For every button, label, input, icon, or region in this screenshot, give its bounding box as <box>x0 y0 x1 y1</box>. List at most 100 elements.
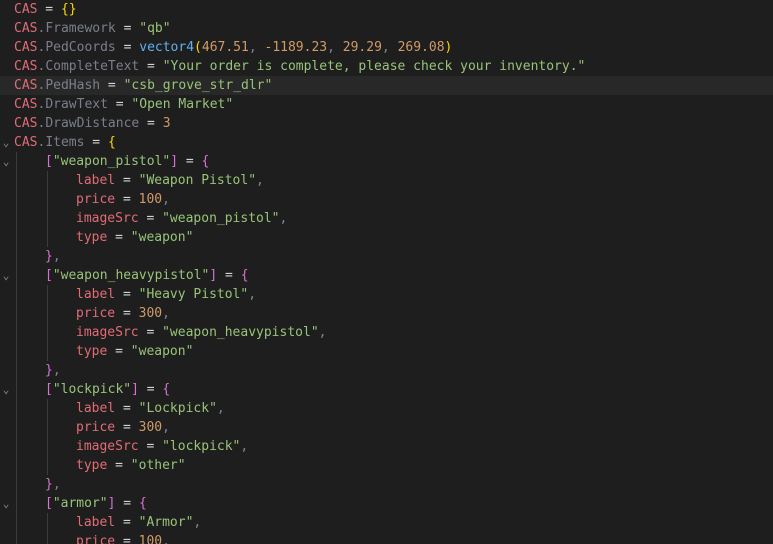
code-token: "Armor" <box>138 515 194 530</box>
code-token: "Weapon Pistol" <box>138 173 257 188</box>
code-token: label <box>76 173 116 188</box>
code-line[interactable]: CAS = {} <box>0 0 773 19</box>
code-token: , <box>279 211 288 226</box>
indent-guide <box>16 361 17 380</box>
code-token: = <box>139 59 163 74</box>
code-line[interactable]: type = "weapon" <box>0 342 773 361</box>
code-token: type <box>76 230 108 245</box>
code-token: } <box>45 249 53 264</box>
indent-guide <box>47 304 48 323</box>
code-line[interactable]: label = "Armor", <box>0 513 773 532</box>
code-line[interactable]: label = "Heavy Pistol", <box>0 285 773 304</box>
code-text: label = "Armor", <box>76 513 201 532</box>
code-token: DrawText <box>45 97 108 112</box>
code-token: = <box>115 496 139 511</box>
code-token: "weapon_pistol" <box>52 154 171 169</box>
indent-guide <box>16 494 17 513</box>
code-token: = <box>100 78 124 93</box>
code-line[interactable]: }, <box>0 475 773 494</box>
code-editor[interactable]: CAS = {} CAS.Framework = "qb" CAS.PedCoord… <box>0 0 773 544</box>
code-token: = <box>115 401 139 416</box>
code-line[interactable]: ⌄ CAS.Items = { <box>0 133 773 152</box>
fold-chevron-icon[interactable]: ⌄ <box>0 380 12 399</box>
indent-guide <box>47 342 48 361</box>
code-text: CAS = {} <box>14 0 77 19</box>
code-line[interactable]: imageSrc = "lockpick", <box>0 437 773 456</box>
code-token: "qb" <box>139 21 171 36</box>
indent-guide <box>47 437 48 456</box>
code-line[interactable]: CAS.DrawDistance = 3 <box>0 114 773 133</box>
code-text: label = "Heavy Pistol", <box>76 285 256 304</box>
code-line[interactable]: ⌄ ["armor"] = { <box>0 494 773 513</box>
code-token: , <box>162 534 170 544</box>
code-token: "weapon" <box>130 344 194 359</box>
code-text: ["weapon_heavypistol"] = { <box>45 266 249 285</box>
code-text: CAS.PedHash = "csb_grove_str_dlr" <box>14 76 272 95</box>
code-line[interactable]: price = 100, <box>0 532 773 544</box>
code-token: ] <box>170 154 179 169</box>
code-line[interactable]: imageSrc = "weapon_pistol", <box>0 209 773 228</box>
code-token: 300 <box>138 306 163 321</box>
indent-guide <box>16 285 17 304</box>
indent-guide <box>16 532 17 544</box>
code-line[interactable]: CAS.PedCoords = vector4(467.51, -1189.23… <box>0 38 773 57</box>
code-line[interactable]: price = 300, <box>0 304 773 323</box>
code-token: "weapon" <box>130 230 194 245</box>
code-token: CAS <box>14 2 38 17</box>
indent-guide <box>47 171 48 190</box>
code-token: CAS <box>14 21 38 36</box>
code-token: , <box>162 306 170 321</box>
indent-guide <box>16 513 17 532</box>
code-token: { <box>162 382 171 397</box>
code-line[interactable]: CAS.Framework = "qb" <box>0 19 773 38</box>
code-text: label = "Weapon Pistol", <box>76 171 264 190</box>
code-token: CompleteText <box>45 59 140 74</box>
fold-chevron-icon[interactable]: ⌄ <box>0 494 12 513</box>
code-token: price <box>76 306 116 321</box>
code-text: ["weapon_pistol"] = { <box>45 152 209 171</box>
code-token: = <box>115 192 139 207</box>
code-line[interactable]: CAS.CompleteText = "Your order is comple… <box>0 57 773 76</box>
code-token: 467.51 <box>201 40 249 55</box>
code-token: { <box>201 154 210 169</box>
code-token: = <box>115 534 139 544</box>
indent-guide <box>16 171 17 190</box>
code-token: "Lockpick" <box>138 401 217 416</box>
code-line[interactable]: label = "Lockpick", <box>0 399 773 418</box>
code-line[interactable]: label = "Weapon Pistol", <box>0 171 773 190</box>
code-line[interactable]: type = "other" <box>0 456 773 475</box>
code-token: PedHash <box>45 78 101 93</box>
code-line[interactable]: }, <box>0 247 773 266</box>
code-line[interactable]: ⌄ ["lockpick"] = { <box>0 380 773 399</box>
code-token: vector4 <box>139 40 195 55</box>
code-line[interactable]: price = 100, <box>0 190 773 209</box>
code-line[interactable]: ⌄ ["weapon_heavypistol"] = { <box>0 266 773 285</box>
code-token: type <box>76 458 108 473</box>
code-token: = <box>115 420 139 435</box>
fold-chevron-icon[interactable]: ⌄ <box>0 152 12 171</box>
code-token: } <box>45 477 53 492</box>
code-line[interactable]: type = "weapon" <box>0 228 773 247</box>
code-token: [ <box>45 496 53 511</box>
fold-chevron-icon[interactable]: ⌄ <box>0 133 12 152</box>
code-token: imageSrc <box>76 211 139 226</box>
code-token: label <box>76 515 116 530</box>
code-line[interactable]: CAS.DrawText = "Open Market" <box>0 95 773 114</box>
code-token: = <box>37 2 61 17</box>
code-text: type = "weapon" <box>76 228 193 247</box>
code-line[interactable]: CAS.PedHash = "csb_grove_str_dlr" <box>0 76 773 95</box>
code-token: = <box>107 458 131 473</box>
code-line[interactable]: imageSrc = "weapon_heavypistol", <box>0 323 773 342</box>
indent-guide <box>47 456 48 475</box>
code-line[interactable]: }, <box>0 361 773 380</box>
code-token: CAS <box>14 135 38 150</box>
code-line[interactable]: price = 300, <box>0 418 773 437</box>
code-text: }, <box>45 361 61 380</box>
code-token: "weapon_pistol" <box>162 211 280 226</box>
fold-chevron-icon[interactable]: ⌄ <box>0 266 12 285</box>
code-line[interactable]: ⌄ ["weapon_pistol"] = { <box>0 152 773 171</box>
code-token: = <box>138 382 163 397</box>
indent-guide <box>16 209 17 228</box>
code-token: = <box>107 97 132 112</box>
code-token: = <box>138 211 163 226</box>
